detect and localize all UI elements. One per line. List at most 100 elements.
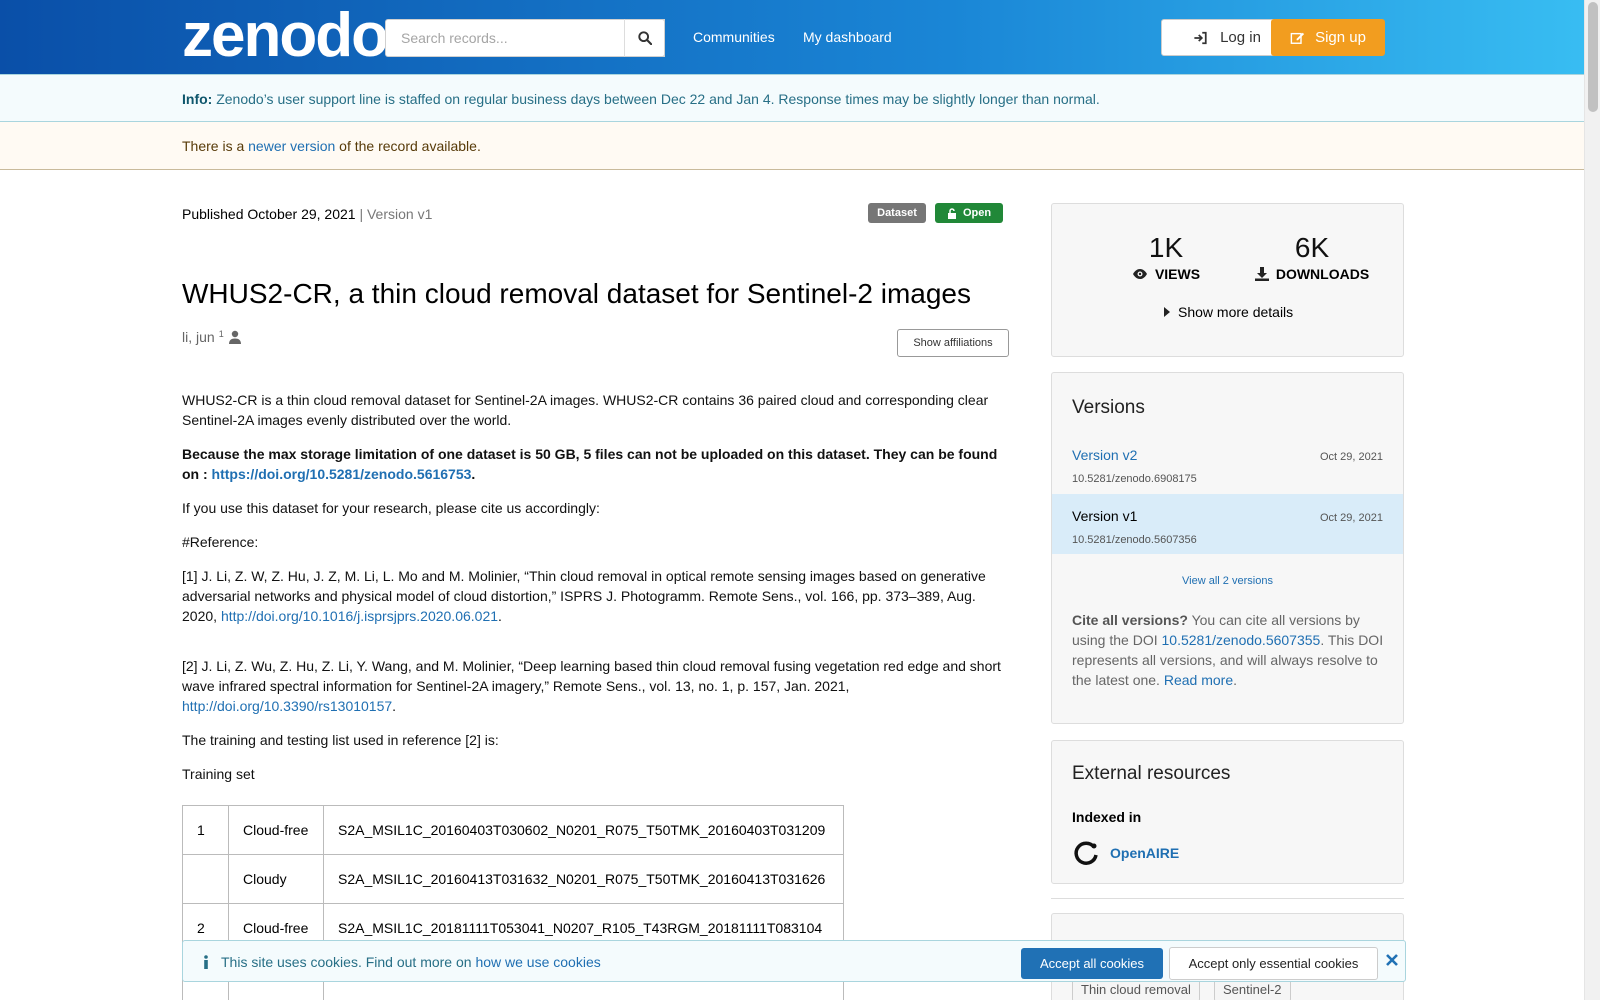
newer-version-post: of the record available. — [335, 138, 481, 154]
other-dataset-link[interactable]: https://doi.org/10.5281/zenodo.5616753 — [212, 466, 472, 482]
unlock-icon — [947, 207, 956, 219]
login-label: Log in — [1220, 29, 1261, 46]
views-label: VIEWS — [1116, 266, 1216, 282]
info-icon — [204, 955, 208, 969]
zenodo-logo[interactable]: zenodo — [182, 5, 389, 67]
storage-note-end: . — [471, 466, 476, 482]
nav-communities[interactable]: Communities — [693, 29, 775, 45]
version-doi: 10.5281/zenodo.5607356 — [1072, 534, 1197, 546]
versions-heading: Versions — [1072, 397, 1145, 418]
concept-doi-link[interactable]: 10.5281/zenodo.5607355 — [1162, 632, 1321, 648]
version-item-v2[interactable]: Version v2 Oct 29, 2021 10.5281/zenodo.6… — [1052, 433, 1403, 493]
search-icon — [637, 31, 652, 45]
openaire-link[interactable]: OpenAIRE — [1072, 839, 1179, 867]
table-cell-filename: S2A_MSIL1C_20160413T031632_N0201_R075_T5… — [323, 854, 844, 904]
scrollbar-thumb[interactable] — [1588, 2, 1598, 112]
reference-1-link[interactable]: http://doi.org/10.1016/j.isprsjprs.2020.… — [221, 608, 498, 624]
record-description: WHUS2-CR is a thin cloud removal dataset… — [182, 390, 1012, 798]
download-icon — [1254, 267, 1269, 281]
table-row: 1 Cloud-free S2A_MSIL1C_20160403T030602_N0… — [182, 805, 844, 855]
user-icon — [228, 330, 241, 344]
views-count: 1K — [1148, 232, 1184, 263]
versions-card: Versions Version v2 Oct 29, 2021 10.5281… — [1051, 372, 1404, 724]
accept-essential-cookies-button[interactable]: Accept only essential cookies — [1169, 947, 1378, 980]
openaire-label: OpenAIRE — [1110, 845, 1180, 861]
top-navbar: zenodo Communities My dashboard Log in S… — [0, 0, 1584, 74]
storage-note: Because the max storage limitation of on… — [182, 444, 1012, 484]
search-button[interactable] — [624, 19, 665, 57]
access-label: Open — [962, 207, 992, 219]
external-resources-heading: External resources — [1072, 763, 1231, 784]
version-link[interactable]: Version v2 — [1072, 447, 1137, 463]
signup-button[interactable]: Sign up — [1271, 19, 1385, 56]
newer-version-text: There is a newer version of the record a… — [182, 138, 481, 154]
cookie-policy-link[interactable]: how we use cookies — [475, 954, 600, 970]
info-text: Info: Zenodo’s user support line is staf… — [182, 91, 1100, 107]
downloads-stat: 6K DOWNLOADS — [1242, 232, 1382, 282]
cite-all-versions: Cite all versions? You can cite all vers… — [1072, 610, 1390, 690]
nav-my-dashboard[interactable]: My dashboard — [803, 29, 892, 45]
description-intro: WHUS2-CR is a thin cloud removal dataset… — [182, 392, 989, 428]
external-resources-card: External resources Indexed in OpenAIRE — [1051, 740, 1404, 884]
page-scrollbar[interactable] — [1584, 0, 1600, 1000]
version-doi: 10.5281/zenodo.6908175 — [1072, 473, 1197, 485]
downloads-label: DOWNLOADS — [1242, 266, 1382, 282]
table-cell-number — [182, 854, 229, 904]
version-name: Version v1 — [1072, 508, 1138, 524]
indexed-in-label: Indexed in — [1072, 809, 1142, 825]
signup-label: Sign up — [1315, 29, 1366, 46]
views-label-text: VIEWS — [1154, 266, 1201, 282]
table-row: Cloudy S2A_MSIL1C_20160413T031632_N0201_R… — [182, 854, 844, 904]
newer-version-banner: There is a newer version of the record a… — [0, 122, 1584, 170]
record-title: WHUS2-CR, a thin cloud removal dataset f… — [182, 278, 972, 309]
close-icon — [1386, 954, 1398, 966]
read-more-link[interactable]: Read more — [1164, 672, 1233, 688]
caret-right-icon — [1164, 307, 1170, 317]
edit-icon — [1290, 32, 1305, 44]
downloads-count: 6K — [1294, 232, 1330, 263]
stats-card: 1K VIEWS 6K DOWNLOADS Show more details — [1051, 203, 1404, 357]
table-cell-filename: S2A_MSIL1C_20160403T030602_N0201_R075_T5… — [323, 805, 844, 855]
published-text: Published October 29, 2021 — [182, 206, 356, 222]
eye-icon — [1132, 269, 1147, 279]
reference-2: [2] J. Li, Z. Wu, Z. Hu, Z. Li, Y. Wang,… — [182, 656, 1012, 716]
cookie-banner: This site uses cookies. Find out more on… — [182, 940, 1406, 982]
sidebar-divider — [1051, 898, 1404, 899]
reference-2-text: [2] J. Li, Z. Wu, Z. Hu, Z. Li, Y. Wang,… — [182, 658, 1001, 694]
table-cell-state: Cloud-free — [228, 805, 324, 855]
reference-2-link[interactable]: http://doi.org/10.3390/rs13010157 — [182, 698, 392, 714]
reference-heading: #Reference: — [182, 534, 259, 550]
cite-all-label: Cite all versions? — [1072, 612, 1188, 628]
openaire-logo-icon — [1074, 841, 1098, 865]
resource-type-badge: Dataset — [868, 203, 926, 223]
creator-name: li, jun — [182, 329, 215, 345]
creator[interactable]: li, jun 1 — [182, 329, 242, 345]
show-more-details-label: Show more details — [1178, 304, 1294, 320]
close-cookie-banner-button[interactable] — [1386, 950, 1402, 970]
show-affiliations-button[interactable]: Show affiliations — [897, 329, 1009, 357]
version-text: | Version v1 — [355, 206, 433, 222]
cite-all-end: . — [1233, 672, 1237, 688]
table-cell-state: Cloudy — [228, 854, 324, 904]
version-date: Oct 29, 2021 — [1320, 451, 1383, 463]
version-item-v1[interactable]: Version v1 Oct 29, 2021 10.5281/zenodo.5… — [1052, 494, 1403, 554]
cookie-message: This site uses cookies. Find out more on… — [203, 954, 601, 970]
training-list-intro: The training and testing list used in re… — [182, 732, 499, 748]
views-stat: 1K VIEWS — [1116, 232, 1216, 282]
publication-date: Published October 29, 2021 | Version v1 — [182, 206, 432, 222]
sign-in-icon — [1194, 31, 1207, 44]
version-date: Oct 29, 2021 — [1320, 512, 1383, 524]
reference-1-end: . — [498, 608, 502, 624]
newer-version-link[interactable]: newer version — [248, 138, 335, 154]
show-more-details-toggle[interactable]: Show more details — [1164, 304, 1293, 320]
info-message: Zenodo’s user support line is staffed on… — [212, 91, 1100, 107]
reference-2-end: . — [392, 698, 397, 714]
training-set-heading: Training set — [182, 766, 255, 782]
view-all-versions-link[interactable]: View all 2 versions — [1052, 575, 1403, 587]
cite-request: If you use this dataset for your researc… — [182, 500, 600, 516]
search-input[interactable] — [385, 19, 665, 57]
accept-all-cookies-button[interactable]: Accept all cookies — [1021, 948, 1163, 979]
info-banner: Info: Zenodo’s user support line is staf… — [0, 74, 1584, 122]
newer-version-pre: There is a — [182, 138, 249, 154]
access-badge: Open — [935, 203, 1003, 223]
